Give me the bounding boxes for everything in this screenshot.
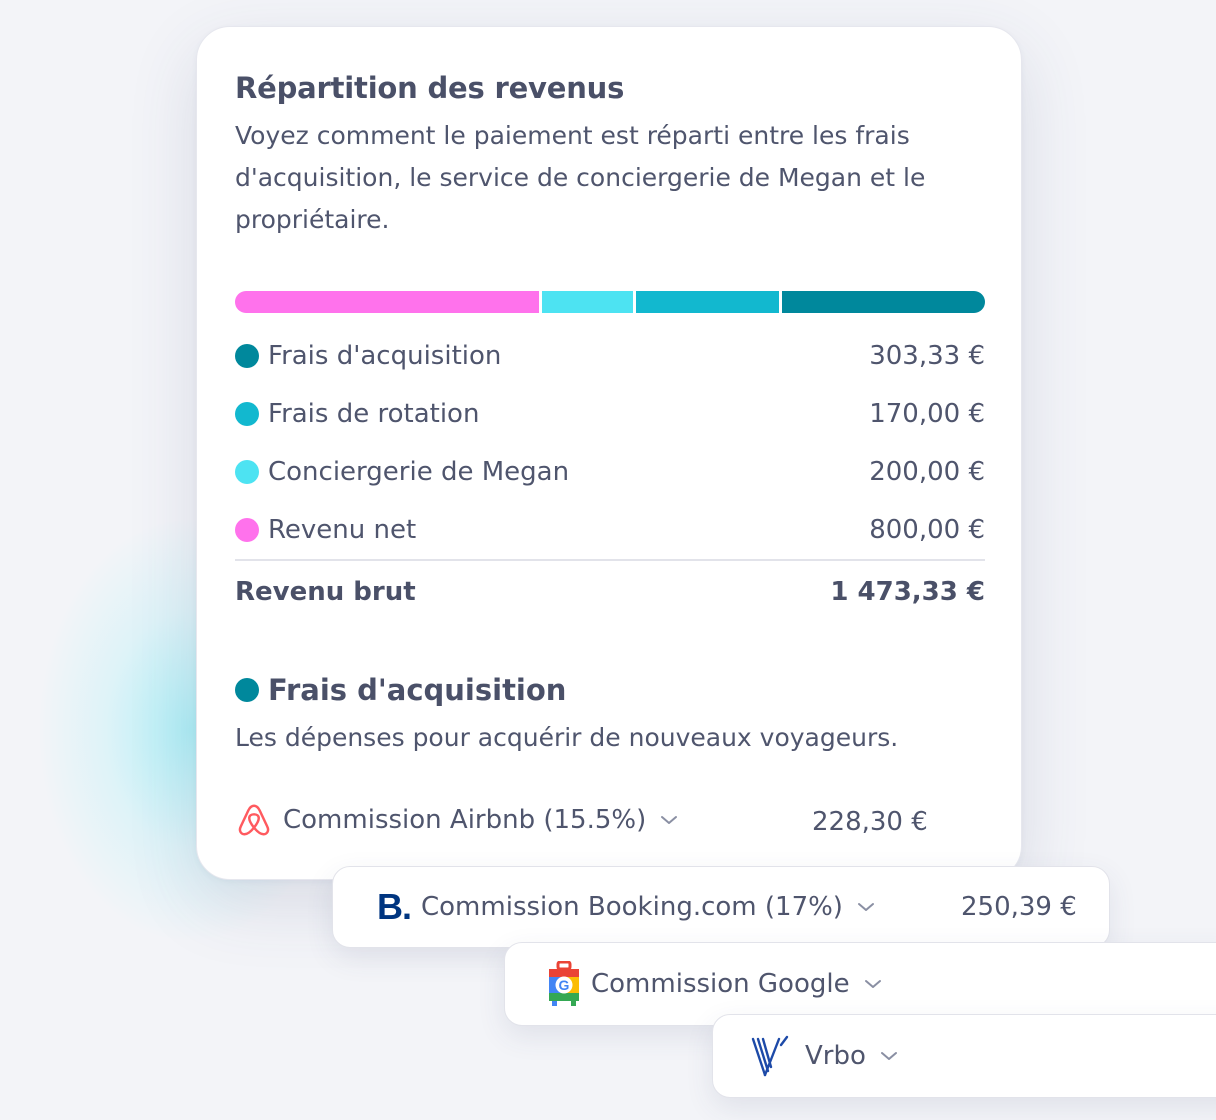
legend-amount: 303,33 € xyxy=(869,341,985,371)
bar-segment-revenu-net xyxy=(235,291,539,313)
acquisition-dot xyxy=(235,678,259,702)
commission-airbnb-label: Commission Airbnb (15.5%) xyxy=(283,805,647,835)
legend-dot-revenu-net xyxy=(235,518,259,542)
legend-label: Frais de rotation xyxy=(268,399,480,429)
chevron-down-icon xyxy=(864,978,882,990)
commission-vrbo-card: Vrbo xyxy=(712,1014,1216,1098)
bar-segment-conciergerie xyxy=(538,291,633,313)
commission-google-dropdown[interactable]: G Commission Google xyxy=(547,943,882,1025)
commission-booking-amount: 250,39 € xyxy=(961,892,1077,922)
revenue-distribution-bar xyxy=(235,291,985,313)
commission-vrbo-dropdown[interactable]: Vrbo xyxy=(751,1015,898,1097)
commission-airbnb-amount: 228,30 € xyxy=(812,807,928,837)
legend-amount: 800,00 € xyxy=(869,515,985,545)
revenue-breakdown-card: Répartition des revenus Voyez comment le… xyxy=(196,26,1022,880)
bar-segment-acquisition xyxy=(778,291,985,313)
commission-airbnb-dropdown[interactable]: Commission Airbnb (15.5%) xyxy=(235,801,678,839)
commission-booking-card: B. Commission Booking.com (17%) 250,39 € xyxy=(332,866,1110,948)
divider xyxy=(235,559,985,561)
legend-amount: 170,00 € xyxy=(869,399,985,429)
legend-label: Revenu net xyxy=(268,515,417,545)
legend-dot-rotation xyxy=(235,402,259,426)
breakdown-legend: Frais d'acquisition 303,33 € Frais de ro… xyxy=(235,327,985,559)
gross-revenue-amount: 1 473,33 € xyxy=(830,577,985,607)
chevron-down-icon xyxy=(857,901,875,913)
booking-logo-icon: B. xyxy=(377,886,412,927)
legend-row-conciergerie: Conciergerie de Megan 200,00 € xyxy=(235,443,985,501)
airbnb-logo-icon xyxy=(235,801,273,839)
gross-revenue-label: Revenu brut xyxy=(235,577,416,607)
card-subtitle: Voyez comment le paiement est réparti en… xyxy=(235,121,926,234)
chevron-down-icon xyxy=(660,814,678,826)
gross-revenue-row: Revenu brut 1 473,33 € xyxy=(235,577,985,607)
legend-dot-conciergerie xyxy=(235,460,259,484)
card-title: Répartition des revenus xyxy=(235,71,625,105)
svg-text:G: G xyxy=(559,977,570,993)
chevron-down-icon xyxy=(880,1050,898,1062)
legend-label: Conciergerie de Megan xyxy=(268,457,570,487)
commission-google-label: Commission Google xyxy=(591,969,850,999)
commission-booking-label: Commission Booking.com (17%) xyxy=(421,892,843,922)
commission-booking-dropdown[interactable]: B. Commission Booking.com (17%) xyxy=(377,867,875,947)
legend-amount: 200,00 € xyxy=(869,457,985,487)
legend-label: Frais d'acquisition xyxy=(268,341,502,371)
legend-row-rotation: Frais de rotation 170,00 € xyxy=(235,385,985,443)
bar-segment-rotation xyxy=(632,291,779,313)
legend-dot-acquisition xyxy=(235,344,259,368)
google-travel-logo-icon: G xyxy=(547,961,581,1007)
acquisition-title-text: Frais d'acquisition xyxy=(268,673,567,707)
vrbo-logo-icon xyxy=(751,1035,795,1077)
acquisition-section-subtitle: Les dépenses pour acquérir de nouveaux v… xyxy=(235,723,899,752)
legend-row-acquisition: Frais d'acquisition 303,33 € xyxy=(235,327,985,385)
acquisition-section-title: Frais d'acquisition xyxy=(235,673,566,707)
legend-row-revenu-net: Revenu net 800,00 € xyxy=(235,501,985,559)
commission-vrbo-label: Vrbo xyxy=(805,1041,866,1071)
